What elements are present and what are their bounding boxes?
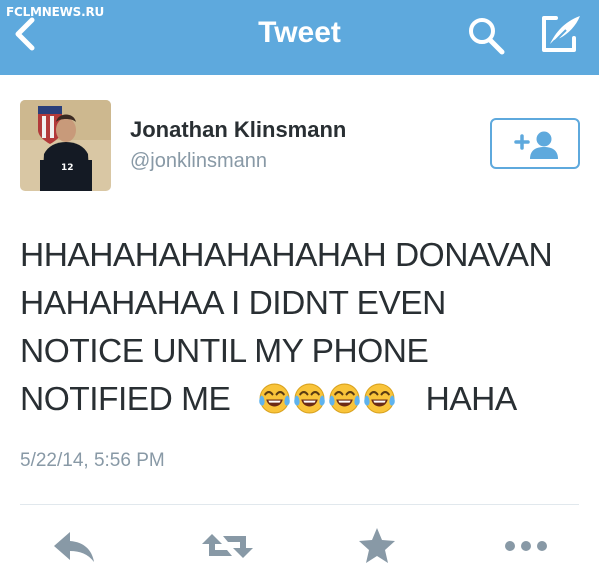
face-with-tears-of-joy-icon — [364, 383, 395, 414]
more-button[interactable] — [500, 524, 556, 568]
tweet-line: HAHAHAHAA I DIDNT EVEN — [20, 285, 446, 322]
favorite-star-icon — [359, 528, 395, 563]
retweet-button[interactable] — [200, 524, 255, 568]
compose-icon — [542, 16, 580, 52]
face-with-tears-of-joy-icon — [294, 383, 325, 414]
add-user-icon — [514, 131, 558, 159]
reply-icon — [54, 532, 94, 562]
page-title: Tweet — [258, 16, 341, 49]
tweet-line-text: NOTIFIED ME — [20, 381, 231, 418]
search-button[interactable] — [466, 14, 506, 56]
search-icon — [469, 18, 505, 55]
follow-button[interactable] — [490, 118, 580, 169]
tweet-line-text: HAHA — [425, 381, 518, 418]
back-chevron-icon — [15, 17, 35, 51]
tweet-line: NOTICE UNTIL MY PHONE — [20, 333, 429, 370]
top-navbar: FCLMNEWS.RU Tweet — [0, 0, 599, 75]
avatar-jersey-number: 12 — [61, 163, 74, 173]
avatar[interactable]: 12 — [20, 100, 111, 191]
tweet-line: HHAHAHAHAHAHAHAH DONAVAN — [20, 237, 553, 274]
more-dots-icon — [505, 541, 547, 551]
divider — [20, 504, 579, 505]
retweet-icon — [202, 534, 253, 558]
user-handle[interactable]: @jonklinsmann — [130, 150, 267, 173]
reply-button[interactable] — [50, 524, 100, 568]
avatar-photo: 12 — [20, 100, 111, 191]
face-with-tears-of-joy-icon — [259, 383, 290, 414]
favorite-button[interactable] — [355, 524, 399, 568]
tweet-timestamp: 5/22/14, 5:56 PM — [20, 450, 165, 471]
tweet-line-last: NOTIFIED ME HAHA — [20, 376, 590, 424]
tweet-text: HHAHAHAHAHAHAHAH DONAVAN HAHAHAHAA I DID… — [20, 232, 590, 424]
compose-button[interactable] — [536, 12, 584, 56]
back-button[interactable] — [8, 14, 44, 54]
face-with-tears-of-joy-icon — [329, 383, 360, 414]
user-display-name[interactable]: Jonathan Klinsmann — [130, 117, 346, 143]
